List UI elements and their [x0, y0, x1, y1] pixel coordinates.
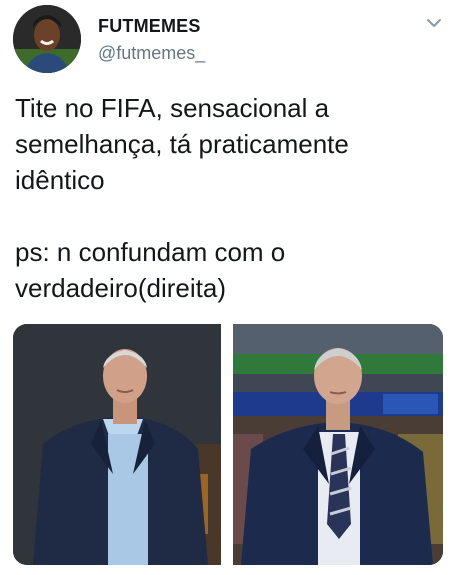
- photo-real-coach[interactable]: [13, 324, 221, 565]
- chevron-down-icon[interactable]: [425, 14, 443, 32]
- user-handle[interactable]: @futmemes_: [98, 43, 205, 64]
- photo-fifa-coach[interactable]: [233, 324, 443, 565]
- tweet-text: Tite no FIFA, sensacional a semelhança, …: [15, 93, 349, 303]
- fifa-coach-image: [233, 324, 443, 565]
- avatar-photo: [13, 5, 81, 73]
- real-coach-image: [13, 324, 221, 565]
- tweet-header: FUTMEMES @futmemes_: [0, 0, 458, 80]
- avatar[interactable]: [13, 5, 81, 73]
- display-name[interactable]: FUTMEMES: [98, 16, 201, 37]
- tweet-media[interactable]: [13, 324, 443, 565]
